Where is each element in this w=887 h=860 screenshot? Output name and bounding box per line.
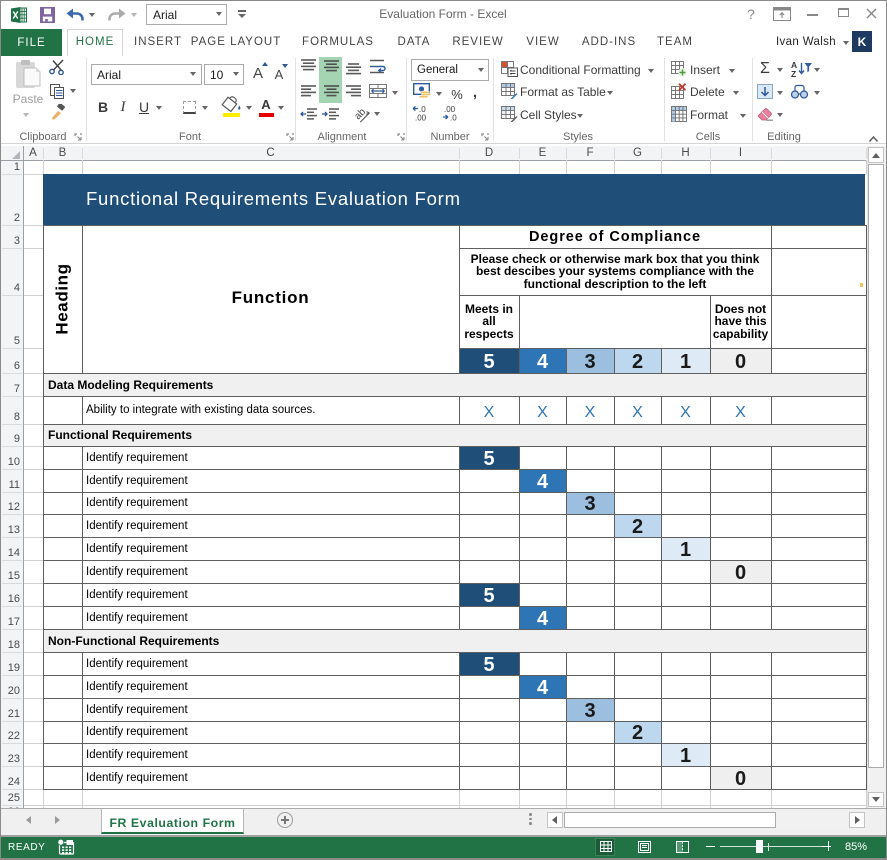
svg-text:Z: Z: [791, 69, 796, 78]
svg-text:.00: .00: [415, 114, 427, 123]
svg-text:ab: ab: [352, 106, 368, 122]
svg-text:.0: .0: [450, 114, 457, 123]
